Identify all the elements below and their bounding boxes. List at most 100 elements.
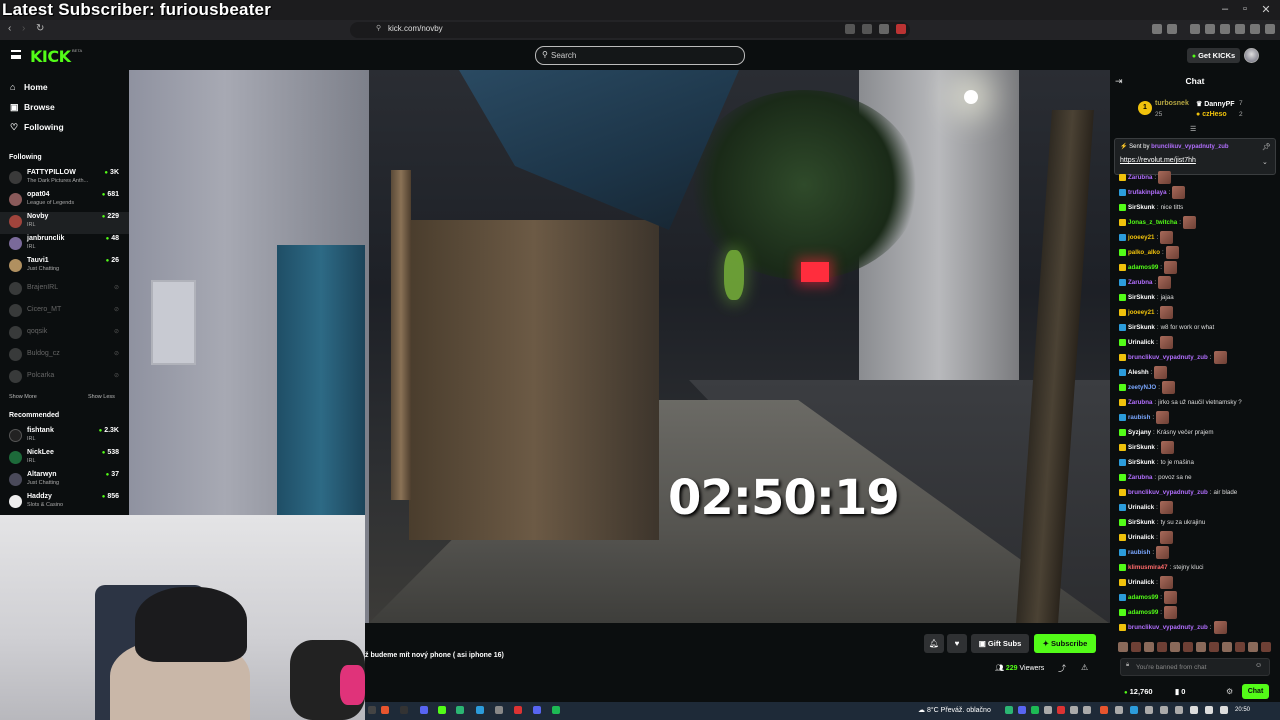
maximize-icon[interactable]: ▫ — [1235, 3, 1255, 15]
leaderboard-name[interactable]: ♛ DannyPF — [1196, 100, 1235, 108]
tray-icon[interactable] — [1031, 706, 1039, 714]
download-icon[interactable] — [1235, 24, 1245, 34]
chat-username[interactable]: Zarubna — [1128, 279, 1152, 286]
chat-username[interactable]: palko_alko — [1128, 249, 1160, 256]
nav-browse[interactable]: ▣ Browse — [10, 102, 55, 113]
emote-image[interactable] — [1160, 231, 1174, 244]
menu-icon[interactable] — [1265, 24, 1275, 34]
emote-shortcut-icon[interactable] — [1170, 642, 1180, 652]
sidebar-recommended-haddzy[interactable]: Haddzy Slots & Casino 856 — [0, 492, 129, 514]
chat-username[interactable]: SirSkunk — [1128, 519, 1155, 526]
forward-icon[interactable]: › — [22, 23, 25, 34]
tray-icon[interactable] — [1083, 706, 1091, 714]
chat-username[interactable]: jooeey21 — [1128, 234, 1154, 241]
taskbar-app-icon[interactable] — [368, 706, 376, 714]
chat-username[interactable]: Zarubna — [1128, 399, 1152, 406]
spotify-taskbar-icon[interactable] — [552, 706, 560, 714]
sidebar-channel-tauvi1[interactable]: Tauvi1 Just Chatting 26 — [0, 256, 129, 278]
show-more-link[interactable]: Show More — [9, 394, 37, 400]
tray-icon[interactable] — [1044, 706, 1052, 714]
leaderboard-name[interactable]: turbosnek — [1155, 100, 1189, 107]
emote-shortcut-icon[interactable] — [1118, 642, 1128, 652]
tray-icon[interactable] — [1070, 706, 1078, 714]
sidebar-channel-offline[interactable]: Cicero_MT ⊘ — [0, 301, 129, 323]
emote-shortcut-icon[interactable] — [1144, 642, 1154, 652]
sidebar-channel-fattypillow[interactable]: FATTYPILLOW The Dark Pictures Anth... 3K — [0, 168, 129, 190]
minimize-icon[interactable]: – — [1215, 3, 1235, 15]
emote-image[interactable] — [1158, 171, 1172, 184]
taskbar-app-icon[interactable] — [514, 706, 522, 714]
subscribe-button[interactable]: ✦ Subscribe — [1034, 634, 1096, 653]
sidebar-channel-opat04[interactable]: opat04 League of Legends 681 — [0, 190, 129, 212]
follow-button[interactable]: ♥ — [947, 634, 967, 653]
emote-shortcut-icon[interactable] — [1261, 642, 1271, 652]
chat-username[interactable]: Zarubna — [1128, 174, 1152, 181]
extension-icon[interactable] — [1167, 24, 1177, 34]
emote-shortcut-icon[interactable] — [1209, 642, 1219, 652]
back-icon[interactable]: ‹ — [8, 23, 11, 34]
chat-username[interactable]: adamos99 — [1128, 609, 1158, 616]
emote-image[interactable] — [1182, 216, 1196, 229]
emote-shortcut-icon[interactable] — [1183, 642, 1193, 652]
nav-following[interactable]: ♡ Following — [10, 122, 64, 133]
brave-shield-icon[interactable] — [879, 24, 889, 34]
emote-image[interactable] — [1213, 621, 1227, 634]
taskbar-clock[interactable]: 20:50 — [1235, 707, 1250, 713]
sidebar-channel-offline[interactable]: Polcarka ⊘ — [0, 367, 129, 389]
chat-username[interactable]: raubish — [1128, 414, 1150, 421]
chat-input[interactable] — [1136, 660, 1251, 674]
emote-image[interactable] — [1160, 441, 1174, 454]
emote-image[interactable] — [1159, 576, 1173, 589]
wifi-icon[interactable] — [1190, 706, 1198, 714]
discord-taskbar-icon[interactable] — [420, 706, 428, 714]
sidebar-recommended-altarwyn[interactable]: Altarwyn Just Chatting 37 — [0, 470, 129, 492]
sidebar-channel-offline[interactable]: Buldog_cz ⊘ — [0, 345, 129, 367]
notification-bell-button[interactable]: 🔔︎ — [924, 634, 944, 653]
show-less-link[interactable]: Show Less — [88, 394, 115, 400]
sidebar-recommended-fishtank[interactable]: fishtank IRL 2.3K — [0, 426, 129, 448]
vpn-icon[interactable] — [1250, 24, 1260, 34]
weather-widget[interactable]: ☁ 8°C Převáž. oblačno — [918, 706, 991, 714]
report-icon[interactable]: ⚠ — [1081, 663, 1088, 672]
emote-image[interactable] — [1164, 606, 1178, 619]
chat-username[interactable]: adamos99 — [1128, 594, 1158, 601]
emote-shortcut-icon[interactable] — [1131, 642, 1141, 652]
profile-avatar[interactable] — [1244, 48, 1259, 63]
taskbar-app-icon[interactable] — [400, 706, 408, 714]
sidebar-channel-novby[interactable]: Novby IRL 229 — [0, 212, 129, 234]
emote-image[interactable] — [1158, 276, 1172, 289]
emote-picker-icon[interactable]: ☺ — [1255, 662, 1262, 669]
chat-username[interactable]: Syzjany — [1128, 429, 1151, 436]
chat-username[interactable]: Aleshh — [1128, 369, 1149, 376]
chat-username[interactable]: jooeey21 — [1128, 309, 1154, 316]
chat-username[interactable]: SirSkunk — [1128, 444, 1155, 451]
chat-username[interactable]: SirSkunk — [1128, 324, 1155, 331]
gift-subs-button[interactable]: ▣ Gift Subs — [971, 634, 1029, 653]
kicks-balance[interactable]: 12,760 — [1124, 687, 1153, 696]
sidebar-channel-offline[interactable]: qoqsik ⊘ — [0, 323, 129, 345]
hamburger-menu-icon[interactable] — [11, 50, 21, 59]
nav-home[interactable]: ⌂ Home — [10, 82, 48, 92]
tray-icon[interactable] — [1145, 706, 1153, 714]
taskbar-app-icon[interactable] — [456, 706, 464, 714]
wallet-icon[interactable] — [1220, 24, 1230, 34]
emote-image[interactable] — [1161, 381, 1175, 394]
reload-icon[interactable]: ↻ — [36, 23, 44, 34]
chat-username[interactable]: raubish — [1128, 549, 1150, 556]
chat-username[interactable]: Jonas_z_twitcha — [1128, 219, 1177, 226]
tray-icon[interactable] — [1018, 706, 1026, 714]
emote-shortcut-icon[interactable] — [1222, 642, 1232, 652]
chat-username[interactable]: zeetyNJO — [1128, 384, 1156, 391]
pinned-username[interactable]: brunclikuv_vypadnuty_zub — [1151, 144, 1228, 150]
rewards-icon[interactable] — [896, 24, 906, 34]
emote-shortcut-icon[interactable] — [1196, 642, 1206, 652]
chat-username[interactable]: adamos99 — [1128, 264, 1158, 271]
emote-image[interactable] — [1159, 501, 1173, 514]
leaderboard-expand-icon[interactable]: ☰ — [1190, 125, 1196, 133]
emote-shortcut-icon[interactable] — [1248, 642, 1258, 652]
site-info-icon[interactable]: ⚲ — [376, 24, 381, 32]
playlist-icon[interactable] — [1190, 24, 1200, 34]
chat-username[interactable]: trufakinplaya — [1128, 189, 1167, 196]
sidebar-channel-janbrunclik[interactable]: janbrunclik IRL 48 — [0, 234, 129, 256]
emote-image[interactable] — [1159, 336, 1173, 349]
